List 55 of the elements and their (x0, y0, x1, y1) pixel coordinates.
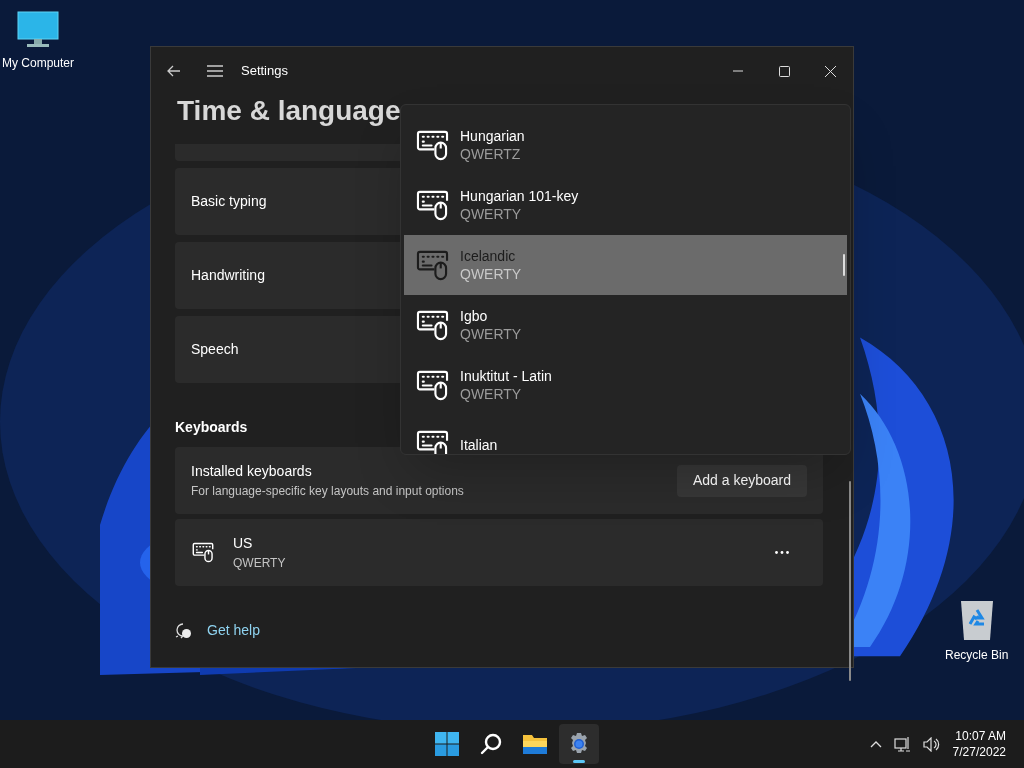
item-layout: QWERTY (460, 385, 523, 403)
dropdown-item[interactable]: Hungarian QWERTZ (404, 115, 847, 175)
speaker-icon[interactable] (922, 736, 941, 752)
setting-label: Speech (191, 340, 239, 359)
chevron-up-icon[interactable] (869, 740, 882, 748)
clock-time[interactable]: 10:07 AM (955, 728, 1006, 744)
window-title: Settings (241, 62, 288, 81)
clock-date[interactable]: 7/27/2022 (952, 744, 1006, 760)
keyboard-mouse-icon (416, 429, 449, 454)
back-arrow-icon[interactable] (167, 64, 181, 78)
item-name: Italian (460, 436, 498, 454)
card-title: Installed keyboards (191, 462, 313, 481)
section-heading: Keyboards (175, 418, 248, 437)
dropdown-item[interactable]: Hungarian 101-key QWERTY (404, 175, 847, 235)
item-layout: QWERTY (460, 205, 523, 223)
get-help-link[interactable]: Get help (207, 620, 260, 641)
maximize-icon (778, 65, 790, 77)
scrollbar-thumb[interactable] (849, 481, 851, 681)
item-name: Icelandic (460, 247, 517, 265)
setting-label: Handwriting (191, 266, 265, 285)
running-indicator (573, 760, 585, 763)
desktop-icon-label[interactable]: Recycle Bin (945, 646, 1009, 664)
item-layout: QWERTZ (460, 145, 522, 163)
add-keyboard-button[interactable]: Add a keyboard (676, 464, 807, 497)
search-icon (480, 733, 502, 755)
network-icon[interactable] (893, 735, 911, 753)
menu-icon[interactable] (207, 65, 223, 77)
page-heading: Time & language (177, 94, 401, 128)
folder-icon (522, 733, 548, 755)
minimize-icon (733, 70, 743, 72)
item-name: Igbo (460, 307, 489, 325)
close-icon (824, 65, 836, 77)
item-layout: QWERTY (460, 265, 522, 283)
keyboard-mouse-icon (416, 369, 449, 401)
item-name: Hungarian (460, 127, 525, 145)
item-layout: QWERTY (460, 325, 522, 343)
setting-label: Basic typing (191, 192, 267, 211)
keyboard-mouse-icon (416, 189, 449, 221)
monitor-icon (16, 10, 60, 50)
scroll-indicator (843, 254, 845, 276)
keyboard-name: US (233, 534, 254, 553)
desktop-icon-label[interactable]: My Computer (2, 54, 75, 72)
keyboard-mouse-icon (192, 542, 214, 563)
keyboard-mouse-icon (416, 249, 449, 281)
card-description: For language-specific key layouts and input options (191, 483, 464, 500)
item-name: Inuktitut - Latin (460, 367, 552, 385)
item-name: Hungarian 101-key (460, 187, 579, 205)
keyboard-layout: QWERTY (233, 555, 286, 572)
windows-logo-icon (435, 732, 459, 756)
dropdown-item[interactable]: Inuktitut - Latin QWERTY (404, 355, 847, 415)
ellipsis-icon (775, 551, 789, 554)
keyboard-mouse-icon (416, 129, 449, 161)
keyboard-mouse-icon (416, 309, 449, 341)
dropdown-item[interactable]: Igbo QWERTY (404, 295, 847, 355)
dropdown-item[interactable]: Italian (404, 415, 847, 454)
